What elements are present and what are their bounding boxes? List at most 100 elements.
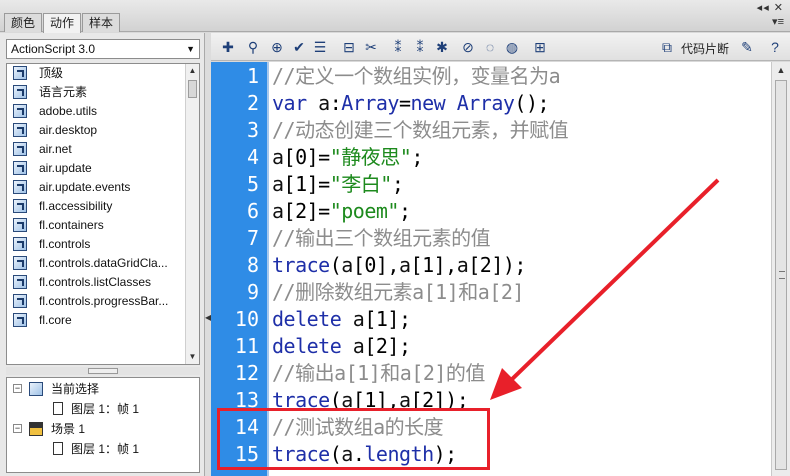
find-icon[interactable]: ⚲: [244, 38, 262, 56]
code-line[interactable]: //输出三个数组元素的值: [272, 225, 491, 252]
code-line[interactable]: var a:Array=new Array();: [272, 90, 550, 117]
panel-menu-icon[interactable]: ▾≡: [772, 15, 784, 28]
editor-scrollbar[interactable]: ▲: [771, 62, 790, 476]
scene-icon: [29, 421, 43, 436]
layer-icon: [53, 442, 63, 456]
debug-options-icon[interactable]: ✂: [362, 38, 380, 56]
code-line[interactable]: //删除数组元素a[1]和a[2]: [272, 279, 524, 306]
scroll-thumb[interactable]: [188, 80, 197, 98]
annotation-highlight-box: [217, 408, 490, 470]
code-line[interactable]: //定义一个数组实例，变量名为a: [272, 63, 561, 90]
package-icon: [13, 312, 27, 327]
actions-toolbox-panel: ActionScript 3.0 ▼ 顶级 语言元素 adobe.utils a…: [0, 33, 205, 476]
line-number: 1: [246, 64, 259, 88]
collapse-icon[interactable]: −: [13, 424, 22, 434]
check-syntax-icon[interactable]: ✔: [290, 38, 308, 56]
package-icon: [13, 179, 27, 194]
scroll-down-icon[interactable]: ▼: [186, 350, 199, 364]
assistant-wand-icon[interactable]: ✎: [738, 38, 756, 56]
package-icon: [13, 217, 27, 232]
code-line[interactable]: a[1]="李白";: [272, 171, 404, 198]
show-code-hint-icon[interactable]: ⊟: [340, 38, 358, 56]
package-icon: [13, 103, 27, 118]
list-item[interactable]: air.update: [7, 159, 199, 178]
splitter-grip[interactable]: [88, 368, 118, 374]
apply-block-comment-icon[interactable]: ⊘: [459, 38, 477, 56]
code-line[interactable]: delete a[1];: [272, 306, 411, 333]
package-icon: [13, 293, 27, 308]
tab-actions[interactable]: 动作: [43, 13, 82, 33]
actions-toolbar: ✚ ⚲ ⊕ ✔ ☰ ⊟ ✂ ⁑ ⁑ ✱ ⊘ ◌ ◍ ⊞ ⧉ 代码片断 ✎ ?: [211, 33, 790, 61]
language-select[interactable]: ActionScript 3.0 ▼: [6, 39, 200, 59]
panel-tab-strip: 颜色 动作 样本 ◂◂ ✕ ▾≡: [0, 0, 790, 33]
code-line[interactable]: delete a[2];: [272, 333, 411, 360]
code-line[interactable]: trace(a[0],a[1],a[2]);: [272, 252, 526, 279]
list-item[interactable]: fl.controls.dataGridCla...: [7, 254, 199, 273]
package-list: 顶级 语言元素 adobe.utils air.desktop air.net …: [6, 63, 200, 365]
list-item[interactable]: air.net: [7, 140, 199, 159]
layer-icon: [53, 402, 63, 416]
list-item[interactable]: fl.core: [7, 311, 199, 330]
line-number: 11: [234, 334, 259, 358]
tree-node-scene-layer[interactable]: 图层 1：帧 1: [53, 440, 139, 458]
help-icon[interactable]: ?: [766, 38, 784, 56]
tree-node-current-layer[interactable]: 图层 1：帧 1: [53, 400, 139, 418]
line-number: 4: [246, 145, 259, 169]
insert-target-path-icon[interactable]: ⊕: [268, 38, 286, 56]
tab-color[interactable]: 颜色: [4, 13, 43, 32]
list-item[interactable]: fl.controls.listClasses: [7, 273, 199, 292]
code-line[interactable]: //动态创建三个数组元素，并赋值: [272, 117, 569, 144]
code-snippets-icon[interactable]: ⧉: [658, 38, 676, 56]
package-icon: [13, 198, 27, 213]
collapse-icon[interactable]: −: [13, 384, 22, 394]
package-icon: [13, 160, 27, 175]
line-number: 7: [246, 226, 259, 250]
thumb-grip: [779, 271, 785, 279]
package-icon: [13, 274, 27, 289]
show-hide-toolbox-icon[interactable]: ⊞: [531, 38, 549, 56]
code-snippets-label[interactable]: 代码片断: [681, 40, 729, 57]
list-item[interactable]: fl.accessibility: [7, 197, 199, 216]
tree-node-current-selection[interactable]: − 当前选择: [13, 380, 99, 398]
package-list-scrollbar[interactable]: ▲ ▼: [185, 64, 199, 364]
package-icon: [13, 141, 27, 156]
tree-node-scene[interactable]: − 场景 1: [13, 420, 85, 438]
code-line[interactable]: //输出a[1]和a[2]的值: [272, 360, 485, 387]
remove-comment-icon[interactable]: ◍: [503, 38, 521, 56]
line-number: 10: [234, 307, 259, 331]
code-line[interactable]: a[2]="poem";: [272, 198, 411, 225]
package-icon: [13, 255, 27, 270]
line-number: 2: [246, 91, 259, 115]
list-item[interactable]: fl.controls: [7, 235, 199, 254]
list-item[interactable]: 顶级: [7, 64, 199, 83]
scroll-up-icon[interactable]: ▲: [772, 62, 790, 78]
line-number: 6: [246, 199, 259, 223]
list-item[interactable]: 语言元素: [7, 83, 199, 102]
code-line[interactable]: a[0]="静夜思";: [272, 144, 423, 171]
add-item-icon[interactable]: ✚: [219, 38, 237, 56]
collapse-between-braces-icon[interactable]: ⁑: [389, 38, 407, 56]
expand-all-icon[interactable]: ✱: [433, 38, 451, 56]
tab-swatches[interactable]: 样本: [82, 13, 121, 32]
language-select-value: ActionScript 3.0: [11, 42, 96, 56]
list-item[interactable]: fl.containers: [7, 216, 199, 235]
package-icon: [13, 236, 27, 251]
line-number: 8: [246, 253, 259, 277]
list-item[interactable]: fl.controls.progressBar...: [7, 292, 199, 311]
line-number: 3: [246, 118, 259, 142]
line-number: 12: [234, 361, 259, 385]
chevron-down-icon[interactable]: ▼: [186, 40, 195, 58]
window-controls[interactable]: ◂◂ ✕: [757, 1, 784, 14]
apply-line-comment-icon[interactable]: ◌: [481, 38, 499, 56]
list-item[interactable]: air.desktop: [7, 121, 199, 140]
scroll-up-icon[interactable]: ▲: [186, 64, 199, 78]
script-icon: [29, 381, 43, 396]
list-item[interactable]: adobe.utils: [7, 102, 199, 121]
list-item[interactable]: air.update.events: [7, 178, 199, 197]
collapse-selection-icon[interactable]: ⁑: [411, 38, 429, 56]
auto-format-icon[interactable]: ☰: [311, 38, 329, 56]
scroll-thumb[interactable]: [775, 80, 787, 470]
horizontal-splitter[interactable]: [6, 367, 200, 375]
package-icon: [13, 84, 27, 99]
package-icon: [13, 65, 27, 80]
